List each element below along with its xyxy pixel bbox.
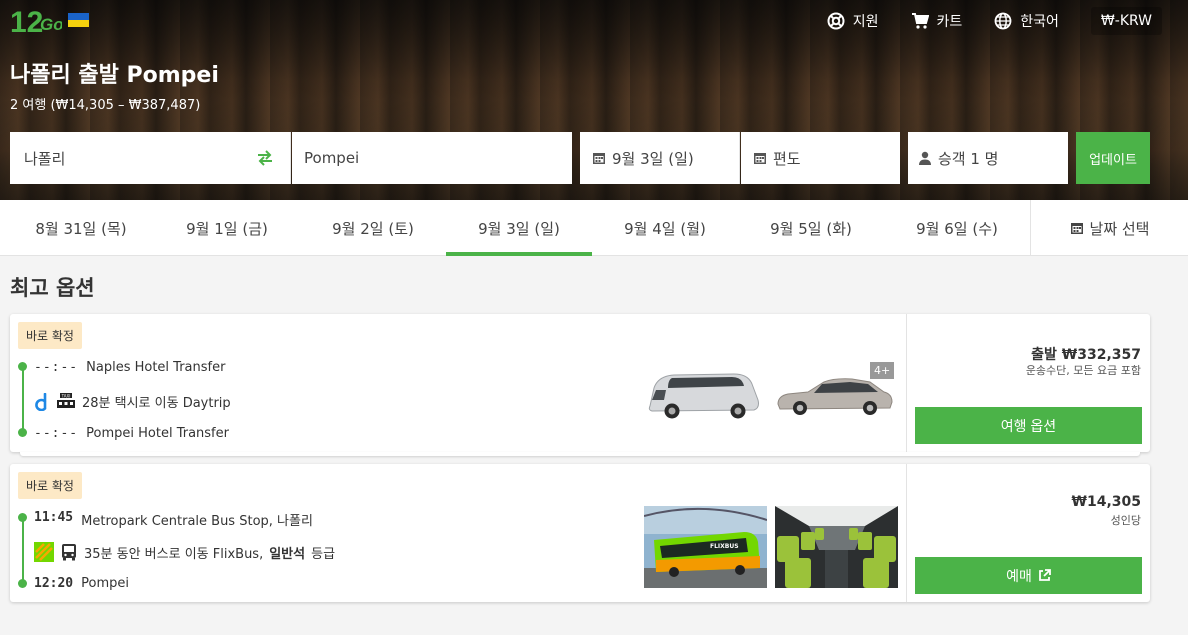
support-label: 지원 — [852, 14, 879, 30]
leg-suffix: 등급 — [311, 546, 336, 562]
page-subtitle: 2 여행 (₩14,305 – ₩387,487) — [10, 98, 201, 113]
trip-leg: TAXI 28분 택시로 이동 Daytrip — [34, 392, 231, 411]
departure-name: Metropark Centrale Bus Stop, 나폴리 — [81, 514, 313, 529]
price-note: 운송수단, 모든 요금 포함 — [1025, 364, 1141, 377]
globe-icon — [994, 12, 1012, 30]
result-card-taxi[interactable]: 바로 확정 --:-- Naples Hotel Transfer TAXI 2… — [10, 314, 1150, 452]
date-tab[interactable]: 9월 2일 (토) — [300, 200, 446, 256]
lifebuoy-icon — [827, 12, 845, 30]
arrival-time: 12:20 — [34, 576, 74, 591]
currency-selector[interactable]: ₩-KRW — [1090, 7, 1162, 35]
minivan-image — [648, 373, 759, 419]
ukraine-flag-icon — [68, 13, 89, 27]
flixbus-logo-icon — [34, 542, 54, 562]
date-picker-button[interactable]: 날짜 선택 — [1030, 200, 1188, 256]
arrival-stop: 12:20 Pompei — [34, 576, 129, 591]
date-input[interactable]: 9월 3일 (일) — [580, 132, 740, 184]
daytrip-logo-icon — [35, 392, 47, 411]
result-card-bus[interactable]: 바로 확정 11:45 Metropark Centrale Bus Stop,… — [10, 464, 1150, 602]
from-value: 나폴리 — [24, 149, 66, 168]
trip-type-input[interactable]: 편도 — [741, 132, 900, 184]
to-input[interactable]: Pompei — [292, 132, 572, 184]
departure-name: Naples Hotel Transfer — [86, 360, 226, 375]
svg-text:12: 12 — [10, 6, 43, 38]
calendar-icon — [754, 153, 766, 164]
cart-link[interactable]: 카트 — [911, 11, 963, 31]
leg-description: 35분 동안 버스로 이동 FlixBus, — [84, 546, 264, 562]
arrival-time: --:-- — [34, 426, 79, 441]
date-tab[interactable]: 9월 5일 (화) — [738, 200, 884, 256]
calendar-icon — [1070, 223, 1083, 234]
svg-text:Go: Go — [40, 15, 62, 34]
to-value: Pompei — [304, 149, 360, 167]
bus-exterior-photo[interactable]: FLIXBUS — [644, 506, 767, 588]
instant-confirm-badge: 바로 확정 — [18, 322, 82, 349]
date-tab[interactable]: 9월 1일 (금) — [154, 200, 300, 256]
trip-type-value: 편도 — [773, 149, 801, 168]
page-title: 나폴리 출발 Pompei — [10, 63, 219, 88]
book-button[interactable]: 예매 — [915, 557, 1142, 594]
stack-shadow — [20, 452, 1140, 456]
book-label: 예매 — [1006, 567, 1032, 584]
price-note: 성인당 — [1110, 514, 1141, 527]
arrival-name: Pompei Hotel Transfer — [86, 426, 229, 441]
bus-icon — [62, 544, 76, 561]
price-column: 출발 ₩332,357 운송수단, 모든 요금 포함 여행 옵션 — [906, 314, 1150, 452]
support-link[interactable]: 지원 — [827, 11, 879, 31]
price: ₩14,305 — [1071, 494, 1141, 510]
top-navigation: 지원 카트 한국어 ₩-KRW — [795, 0, 1162, 42]
cart-label: 카트 — [936, 14, 963, 30]
arrival-name: Pompei — [81, 576, 129, 591]
language-selector[interactable]: 한국어 — [994, 11, 1059, 31]
date-tab[interactable]: 9월 4일 (월) — [592, 200, 738, 256]
route-timeline — [18, 513, 28, 588]
language-label: 한국어 — [1020, 14, 1059, 30]
date-tabs: 8월 31일 (목) 9월 1일 (금) 9월 2일 (토) 9월 3일 (일)… — [0, 200, 1188, 256]
route-timeline — [18, 362, 28, 437]
taxi-icon: TAXI — [57, 392, 75, 408]
more-vehicles-badge[interactable]: 4+ — [870, 362, 895, 379]
external-link-icon — [1038, 569, 1051, 581]
departure-stop: --:-- Naples Hotel Transfer — [34, 360, 225, 375]
trip-leg: 35분 동안 버스로 이동 FlixBus, 일반석 등급 — [34, 542, 335, 562]
date-picker-label: 날짜 선택 — [1089, 219, 1150, 238]
price: 출발 ₩332,357 — [1031, 347, 1141, 363]
cart-icon — [911, 13, 929, 29]
departure-time: 11:45 — [34, 510, 74, 525]
swap-icon[interactable] — [256, 149, 274, 167]
date-tab[interactable]: 9월 6일 (수) — [884, 200, 1030, 256]
section-title: 최고 옵션 — [10, 276, 95, 300]
departure-stop: 11:45 Metropark Centrale Bus Stop, 나폴리 — [34, 510, 313, 529]
instant-confirm-badge: 바로 확정 — [18, 472, 82, 499]
passengers-input[interactable]: 승객 1 명 — [908, 132, 1068, 184]
date-tab[interactable]: 8월 31일 (목) — [8, 200, 154, 256]
seat-class: 일반석 — [269, 546, 306, 562]
flixbus-photo-text: FLIXBUS — [710, 543, 739, 550]
bus-interior-photo[interactable] — [775, 506, 898, 588]
leg-description: 28분 택시로 이동 Daytrip — [82, 396, 231, 411]
logo-12go[interactable]: 12 Go — [10, 4, 62, 38]
svg-text:TAXI: TAXI — [61, 393, 71, 398]
arrival-stop: --:-- Pompei Hotel Transfer — [34, 426, 229, 441]
price-column: ₩14,305 성인당 예매 — [906, 464, 1150, 602]
passengers-value: 승객 1 명 — [938, 149, 999, 168]
user-icon — [919, 151, 931, 165]
date-value: 9월 3일 (일) — [612, 149, 694, 168]
departure-time: --:-- — [34, 360, 79, 375]
trip-options-button[interactable]: 여행 옵션 — [915, 407, 1142, 444]
update-button[interactable]: 업데이트 — [1076, 132, 1150, 184]
from-input[interactable]: 나폴리 — [10, 132, 291, 184]
date-tab-active[interactable]: 9월 3일 (일) — [446, 200, 592, 256]
calendar-icon — [593, 153, 605, 164]
